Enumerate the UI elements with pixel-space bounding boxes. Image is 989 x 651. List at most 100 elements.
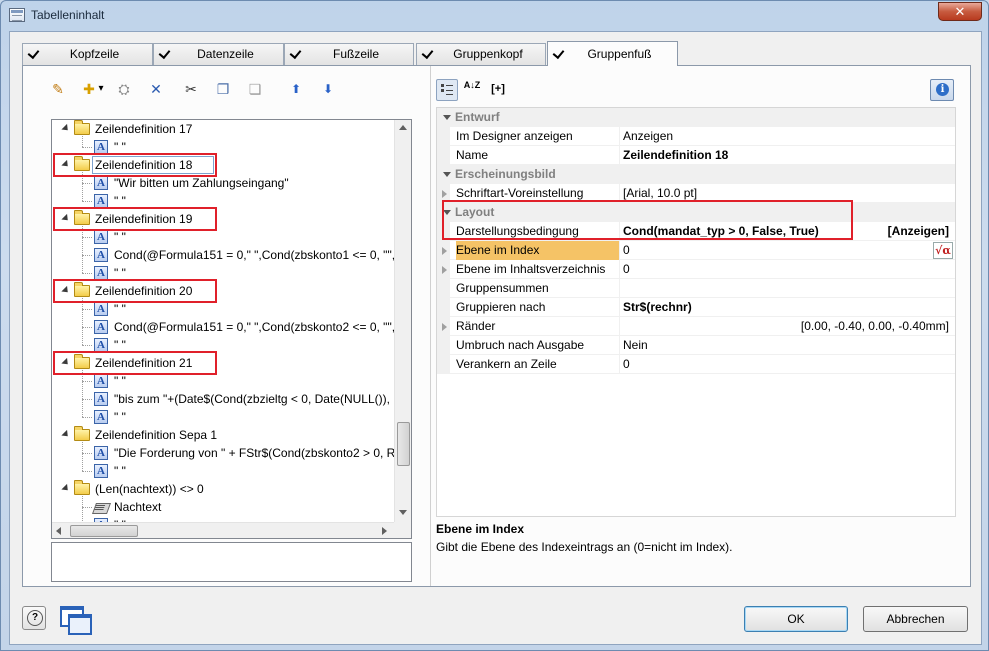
formula-icon[interactable]: √α [933,242,953,259]
tree-item-row[interactable]: A Cond(@Formula151 = 0," ",Cond(zbskonto… [52,246,394,264]
windows-icon[interactable] [58,604,92,635]
chevron-down-icon[interactable]: ▾ [96,78,106,100]
category-label: Entwurf [455,110,500,124]
scroll-left-icon[interactable] [56,527,61,535]
tree-item-label: Cond(@Formula151 = 0," ",Cond(zbskonto1 … [114,248,394,262]
title-bar[interactable]: Tabelleninhalt ✕ [1,1,988,29]
scroll-right-icon[interactable] [382,527,387,535]
tab-gruppenkopf[interactable]: Gruppenkopf [416,43,546,65]
tab-label: Gruppenfuß [587,47,652,61]
tree-connector [82,453,92,454]
property-value[interactable]: 0 [623,241,951,260]
move-down-icon[interactable]: ⬇ [317,78,339,100]
description-title: Ebene im Index [436,522,525,536]
tab-kopfzeile[interactable]: Kopfzeile [22,43,153,65]
tab-gruppenfuss[interactable]: Gruppenfuß [547,41,678,66]
collapse-icon[interactable] [443,172,451,177]
property-row[interactable]: Ränder [0.00, -0.40, 0.00, -0.40mm] [437,317,955,336]
pane-splitter[interactable] [430,66,431,586]
folder-icon [74,120,90,135]
tab-label: Gruppenkopf [453,47,523,61]
delete-icon[interactable]: ✕ [145,78,167,100]
help-button[interactable] [22,606,46,630]
folder-icon [74,426,90,441]
tree-item-row[interactable]: A " " [52,408,392,426]
row-gutter [437,279,450,298]
copy-icon[interactable]: ❐ [212,78,234,100]
dialog-window: Tabelleninhalt ✕ Kopfzeile Datenzeile Fu… [0,0,989,651]
tree-item-row[interactable]: A "bis zum "+(Date$(Cond(zbzieltg < 0, D… [52,390,392,408]
collapse-icon[interactable] [443,115,451,120]
property-grid[interactable]: Entwurf Im Designer anzeigen Anzeigen Na… [436,107,956,517]
category-label: Erscheinungsbild [455,167,556,181]
expand-icon[interactable] [442,247,447,255]
property-row[interactable]: Im Designer anzeigen Anzeigen [437,127,955,146]
property-row[interactable]: Umbruch nach Ausgabe Nein [437,336,955,355]
tab-datenzeile[interactable]: Datenzeile [153,43,284,65]
expand-icon[interactable] [442,190,447,198]
red-highlight-box [53,153,217,177]
ok-button[interactable]: OK [744,606,848,632]
property-value[interactable]: Anzeigen [623,127,951,146]
scroll-down-icon[interactable] [399,510,407,515]
expand-icon[interactable] [442,266,447,274]
note-icon [93,500,109,514]
tree-folder-row[interactable]: (Len(nachtext)) <> 0 [52,480,392,498]
paste-icon[interactable]: ❏ [244,78,266,100]
tree-folder-row[interactable]: Zeilendefinition 17 [52,120,392,138]
tree-connector [82,471,92,472]
cut-icon[interactable]: ✂ [180,78,202,100]
tree-item-row[interactable]: A "Die Forderung von " + FStr$(Cond(zbsk… [52,444,394,462]
property-row[interactable]: Gruppensummen [437,279,955,298]
category-erscheinungsbild[interactable]: Erscheinungsbild [437,165,955,184]
property-value-suffix: [Anzeigen] [887,224,949,238]
properties-icon[interactable]: ⛭ [113,78,135,100]
close-button[interactable]: ✕ [938,2,982,21]
property-name: Gruppensummen [456,279,620,298]
expand-icon[interactable] [61,483,71,494]
text-field-icon: A [94,392,108,406]
expand-icon[interactable] [61,123,71,134]
tree-connector [82,136,83,147]
tree-item-row[interactable]: A Cond(@Formula151 = 0," ",Cond(zbskonto… [52,318,394,336]
wand-icon[interactable]: ✎ [47,78,69,100]
scroll-thumb[interactable] [397,422,410,466]
sort-alpha-icon[interactable]: A↓Z [461,79,483,101]
move-up-icon[interactable]: ⬆ [285,78,307,100]
expand-icon[interactable] [442,323,447,331]
property-value[interactable]: Str$(rechnr) [623,298,951,317]
info-icon[interactable] [930,79,954,101]
scroll-up-icon[interactable] [399,125,407,130]
tree-item-row[interactable]: A " " [52,462,392,480]
category-entwurf[interactable]: Entwurf [437,108,955,127]
horizontal-scrollbar[interactable] [52,522,394,538]
categorized-view-icon[interactable] [436,79,458,101]
scroll-thumb[interactable] [70,525,138,537]
text-field-icon: A [94,266,108,280]
property-row[interactable]: Ebene im Index 0 √α [437,241,955,260]
expand-all-icon[interactable]: [+] [487,79,509,101]
expand-icon[interactable] [61,429,71,440]
tree-folder-row[interactable]: Zeilendefinition Sepa 1 [52,426,392,444]
tree-item-row[interactable]: Nachtext [52,498,392,516]
tree-connector [82,507,92,508]
property-value[interactable]: Zeilendefinition 18 [623,146,951,165]
property-value[interactable]: 0 [623,260,951,279]
tree-view[interactable]: Zeilendefinition 17 A " " Zeilendefiniti… [51,119,412,539]
property-row[interactable]: Name Zeilendefinition 18 [437,146,955,165]
vertical-scrollbar[interactable] [394,120,411,522]
cancel-button[interactable]: Abbrechen [863,606,968,632]
description-text: Gibt die Ebene des Indexeintrags an (0=n… [436,540,733,554]
tree-connector [82,201,92,202]
tree-folder-label: Zeilendefinition 17 [95,122,193,136]
property-name: Umbruch nach Ausgabe [456,336,620,355]
property-value[interactable] [623,279,951,298]
property-value[interactable]: Nein [623,336,951,355]
property-value[interactable]: 0 [623,355,951,374]
property-row[interactable]: Verankern an Zeile 0 [437,355,955,374]
tab-panel: ✎ ✚ ▾ ⛭ ✕ ✂ ❐ ❏ ⬆ ⬇ Zeilendefinition 17 … [22,65,971,587]
property-row[interactable]: Ebene im Inhaltsverzeichnis 0 [437,260,955,279]
tab-fusszeile[interactable]: Fußzeile [284,43,414,65]
red-highlight-box [53,351,217,375]
property-row[interactable]: Gruppieren nach Str$(rechnr) [437,298,955,317]
